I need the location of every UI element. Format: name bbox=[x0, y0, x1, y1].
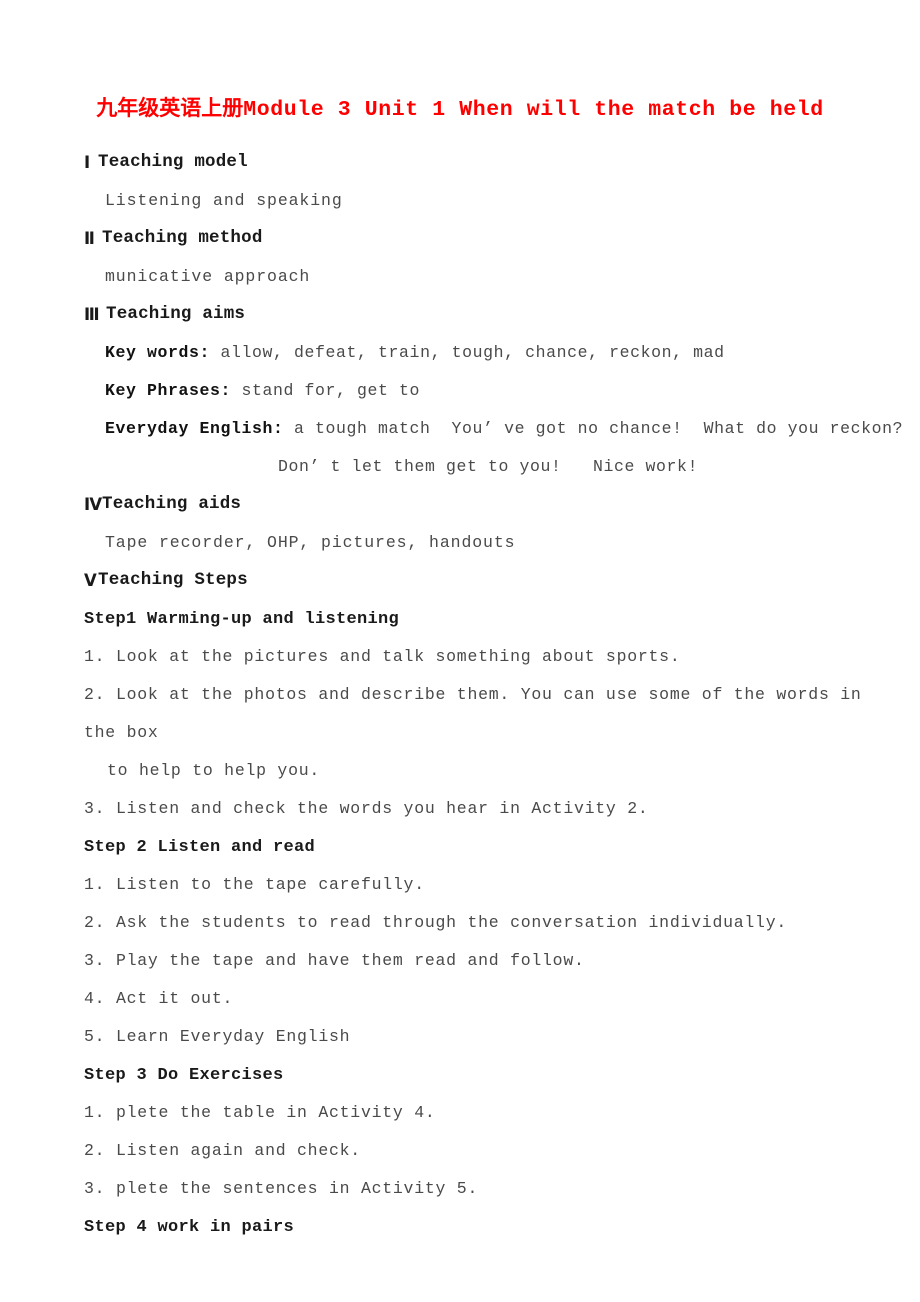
key-words-row: Key words: allow, defeat, train, tough, … bbox=[84, 334, 864, 372]
document-body: Ⅰ Teaching model Listening and speaking Ⅱ… bbox=[84, 144, 903, 1246]
section-heading-label: Teaching Steps bbox=[98, 570, 248, 591]
everyday-english-line2: Don’ t let them get to you! Nice work! bbox=[278, 456, 699, 476]
step-1-item-2: 2. Look at the photos and describe them.… bbox=[84, 676, 864, 790]
section-heading-label: Teaching aims bbox=[106, 304, 246, 325]
step-3-item-3: 3. plete the sentences in Activity 5. bbox=[84, 1178, 479, 1198]
section-heading-label: Teaching aids bbox=[102, 494, 242, 515]
section-heading-teaching-aids: Ⅳ Teaching aids bbox=[84, 486, 864, 524]
step-heading-2: Step 2 Listen and read bbox=[84, 837, 316, 857]
key-words-label: Key words: bbox=[105, 342, 211, 362]
step-2-item-3: 3. Play the tape and have them read and … bbox=[84, 950, 585, 970]
step-heading-3: Step 3 Do Exercises bbox=[84, 1065, 284, 1085]
step-1-item-1: 1. Look at the pictures and talk somethi… bbox=[84, 646, 681, 666]
section-heading-label: Teaching method bbox=[102, 228, 263, 249]
step-2-item-4: 4. Act it out. bbox=[84, 988, 234, 1008]
roman-numeral-2: Ⅱ bbox=[84, 228, 96, 248]
section-heading-teaching-model: Ⅰ Teaching model bbox=[84, 144, 864, 182]
section-heading-teaching-method: Ⅱ Teaching method bbox=[84, 220, 864, 258]
section-body-teaching-method: municative approach bbox=[105, 266, 311, 286]
roman-numeral-5: Ⅴ bbox=[84, 570, 97, 590]
step-1-item-3: 3. Listen and check the words you hear i… bbox=[84, 798, 649, 818]
page-title: 九年级英语上册Module 3 Unit 1 When will the mat… bbox=[0, 96, 920, 124]
everyday-english-row: Everyday English: a tough match You’ ve … bbox=[84, 410, 903, 448]
page-title-chinese: 九年级英语上册 bbox=[96, 96, 244, 120]
section-body-teaching-model: Listening and speaking bbox=[105, 190, 343, 210]
section-heading-label: Teaching model bbox=[98, 152, 248, 173]
step-1-item-2-line1: 2. Look at the photos and describe them.… bbox=[84, 685, 862, 742]
step-heading-1: Step1 Warming-up and listening bbox=[84, 609, 400, 629]
key-phrases-row: Key Phrases: stand for, get to bbox=[84, 372, 864, 410]
section-heading-teaching-steps: Ⅴ Teaching Steps bbox=[84, 562, 864, 600]
roman-numeral-4: Ⅳ bbox=[84, 494, 103, 514]
section-heading-teaching-aims: Ⅲ Teaching aims bbox=[84, 296, 864, 334]
document-page: 九年级英语上册Module 3 Unit 1 When will the mat… bbox=[0, 0, 920, 1302]
everyday-english-label: Everyday English: bbox=[105, 418, 284, 438]
step-1-item-2-line2: to help to help you. bbox=[107, 761, 321, 780]
section-body-teaching-aids: Tape recorder, OHP, pictures, handouts bbox=[105, 532, 516, 552]
roman-numeral-3: Ⅲ bbox=[84, 304, 100, 324]
step-2-item-2: 2. Ask the students to read through the … bbox=[84, 912, 788, 932]
page-title-english: Module 3 Unit 1 When will the match be h… bbox=[243, 98, 824, 122]
roman-numeral-1: Ⅰ bbox=[84, 152, 91, 172]
step-3-item-1: 1. plete the table in Activity 4. bbox=[84, 1102, 436, 1122]
step-heading-4: Step 4 work in pairs bbox=[84, 1217, 295, 1237]
step-3-item-2: 2. Listen again and check. bbox=[84, 1140, 361, 1160]
key-phrases-label: Key Phrases: bbox=[105, 380, 232, 400]
key-phrases-value: stand for, get to bbox=[231, 380, 421, 400]
everyday-english-value: a tough match You’ ve got no chance! Wha… bbox=[283, 418, 904, 438]
step-2-item-1: 1. Listen to the tape carefully. bbox=[84, 874, 425, 894]
key-words-value: allow, defeat, train, tough, chance, rec… bbox=[210, 342, 725, 362]
step-2-item-5: 5. Learn Everyday English bbox=[84, 1026, 351, 1046]
